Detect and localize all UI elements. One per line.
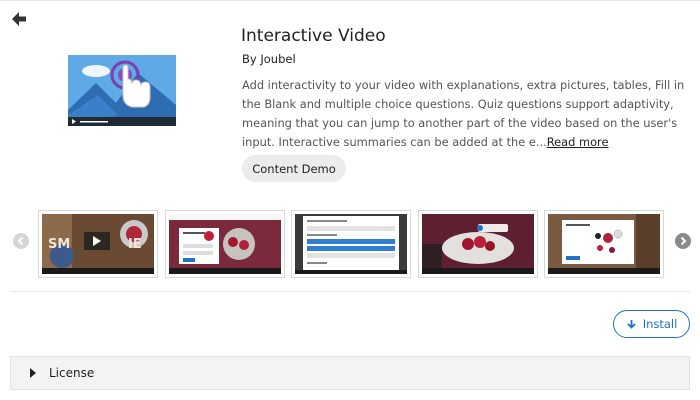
top-divider bbox=[0, 0, 700, 1]
back-button[interactable] bbox=[10, 10, 28, 28]
license-accordion[interactable]: License bbox=[10, 356, 690, 390]
description-text: Add interactivity to your video with exp… bbox=[242, 78, 685, 149]
section-divider bbox=[10, 291, 690, 292]
arrow-left-icon bbox=[12, 12, 26, 26]
content-type-author: By Joubel bbox=[242, 52, 296, 66]
chevron-right-icon bbox=[680, 236, 687, 246]
license-label: License bbox=[49, 366, 95, 380]
install-button[interactable]: Install bbox=[613, 310, 690, 338]
read-more-link[interactable]: Read more bbox=[547, 135, 609, 149]
screenshot-thumbnail[interactable] bbox=[291, 210, 411, 278]
chevron-left-icon bbox=[17, 236, 24, 246]
content-demo-button[interactable]: Content Demo bbox=[242, 155, 346, 182]
caret-right-icon bbox=[30, 368, 36, 378]
carousel-prev-button[interactable] bbox=[13, 233, 29, 249]
screenshot-thumbnail[interactable] bbox=[165, 210, 285, 278]
screenshot-thumbnail[interactable]: SM IE bbox=[38, 210, 158, 278]
download-arrow-icon bbox=[627, 319, 636, 329]
screenshot-thumbnail[interactable] bbox=[418, 210, 538, 278]
content-type-title: Interactive Video bbox=[241, 26, 386, 46]
install-label: Install bbox=[642, 317, 678, 331]
svg-text:IE: IE bbox=[128, 237, 142, 252]
carousel-next-button[interactable] bbox=[675, 233, 691, 249]
screenshot-thumbnail[interactable] bbox=[544, 210, 664, 278]
svg-text:SM: SM bbox=[48, 237, 70, 252]
content-type-icon bbox=[68, 55, 176, 126]
content-type-description: Add interactivity to your video with exp… bbox=[242, 76, 686, 152]
